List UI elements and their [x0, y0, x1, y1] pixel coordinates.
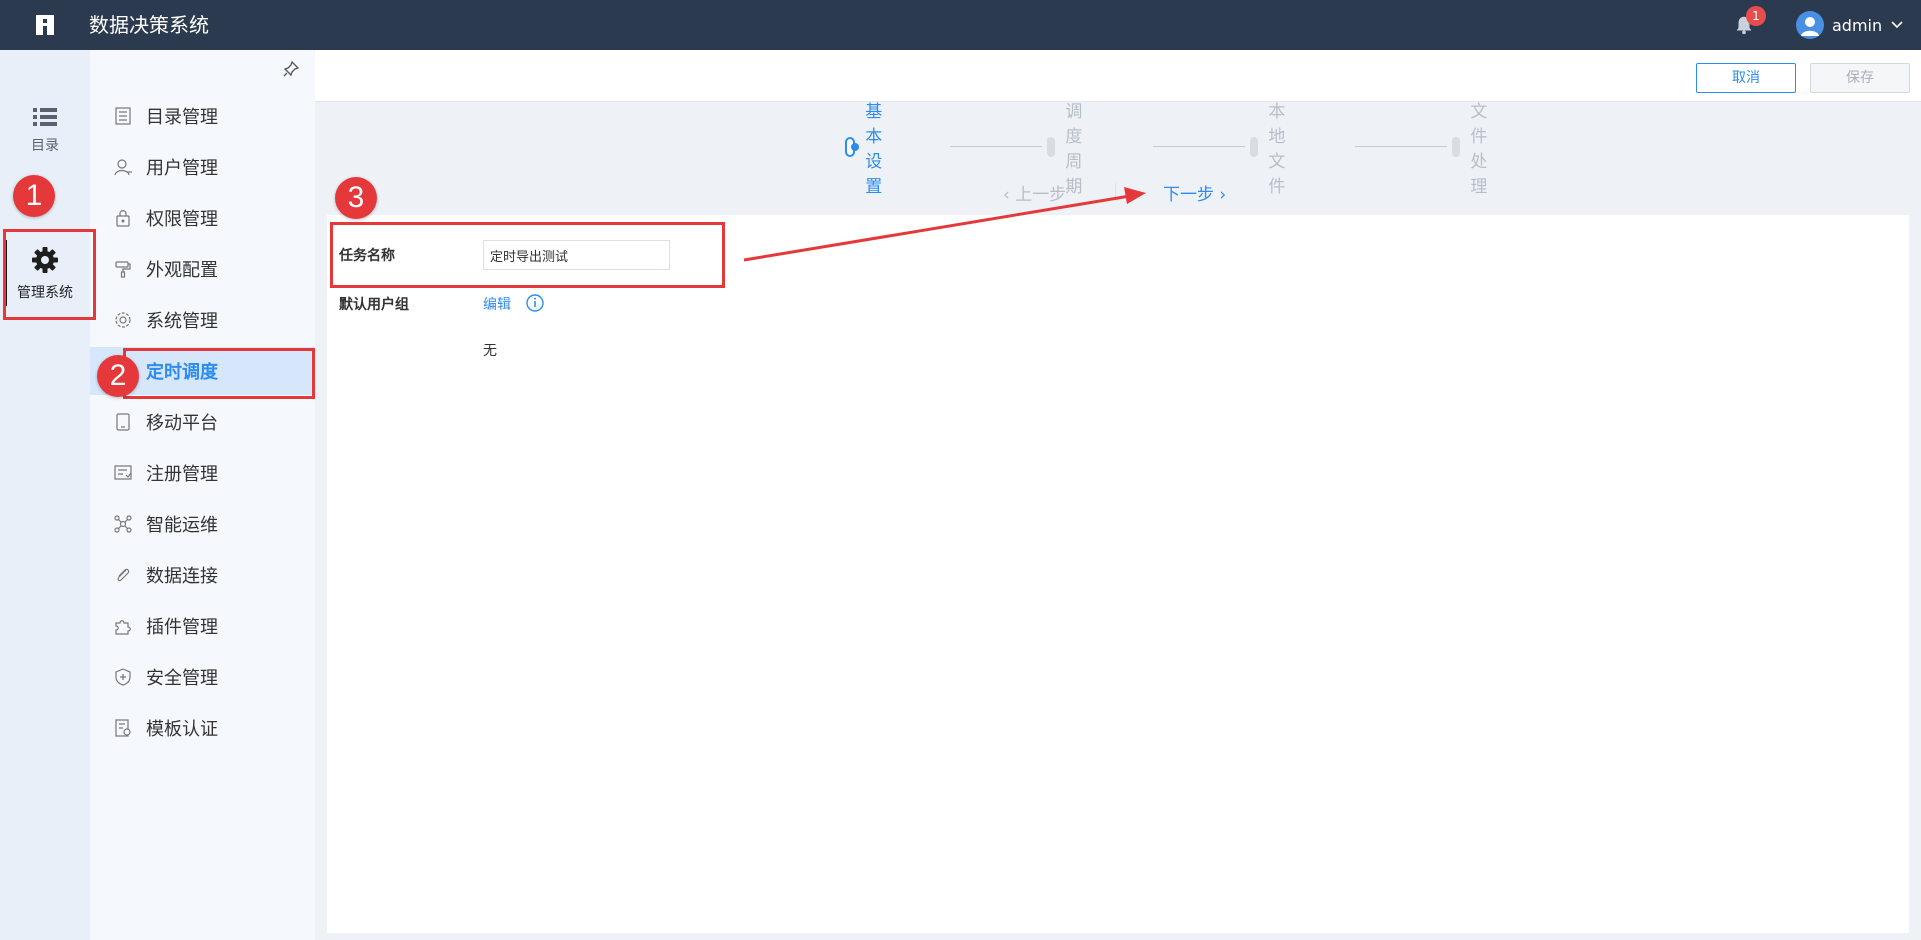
chevron-right-icon: › — [1219, 185, 1227, 205]
annotation-badge-3: 3 — [335, 177, 377, 219]
menu-item-data-connection[interactable]: 数据连接 — [90, 551, 315, 599]
next-step-button[interactable]: 下一步 › — [1163, 180, 1226, 205]
menu-item-label: 注册管理 — [146, 464, 218, 485]
list-icon — [33, 108, 57, 126]
menu-item-label: 安全管理 — [146, 668, 218, 689]
menu-item-intelligent-ops[interactable]: 智能运维 — [90, 500, 315, 548]
user-group-value: 无 — [483, 343, 497, 359]
user-group-label: 默认用户组 — [339, 297, 409, 313]
rail-item-label: 目录 — [31, 138, 59, 154]
step-basic-settings[interactable]: 基本设置 — [845, 102, 892, 197]
paperclip-icon — [117, 568, 130, 582]
prev-step-label: 上一步 — [1015, 185, 1067, 205]
step-pending-icon — [1047, 137, 1056, 157]
menu-item-label: 外观配置 — [146, 260, 218, 281]
step-local-file[interactable]: 本地文件 — [1250, 102, 1297, 197]
chevron-left-icon: ‹ — [1003, 185, 1010, 205]
fanruan-logo-icon — [36, 15, 54, 35]
chevron-down-icon — [1891, 21, 1903, 29]
info-icon[interactable] — [525, 293, 545, 313]
step-connector — [950, 146, 1042, 147]
prev-step-button[interactable]: ‹ 上一步 — [1003, 180, 1066, 205]
step-current-icon — [845, 137, 860, 157]
step-connector — [1355, 146, 1447, 147]
menu-item-label: 插件管理 — [146, 617, 218, 638]
user-avatar-icon — [1801, 17, 1819, 36]
template-check-icon — [115, 719, 131, 737]
menu-item-label: 用户管理 — [146, 158, 218, 179]
paint-roller-icon — [115, 261, 131, 278]
step-pending-icon — [1452, 137, 1461, 157]
edit-user-group-link[interactable]: 编辑 — [483, 294, 511, 314]
step-label: 基本设置 — [865, 102, 883, 197]
save-button[interactable]: 保存 — [1810, 63, 1910, 93]
step-label: 本地文件 — [1268, 102, 1286, 197]
catalog-icon — [115, 107, 131, 125]
menu-item-permissions[interactable]: 权限管理 — [90, 194, 315, 242]
step-label: 文件处理 — [1470, 102, 1488, 197]
action-bar: 取消 保存 — [315, 50, 1921, 102]
register-icon — [114, 465, 132, 480]
user-icon — [114, 159, 132, 176]
menu-item-template-auth[interactable]: 模板认证 — [90, 704, 315, 752]
menu-item-catalog[interactable]: 目录管理 — [90, 92, 315, 140]
menu-item-label: 移动平台 — [146, 413, 218, 434]
user-menu[interactable]: admin — [1796, 11, 1904, 39]
step-label: 调度周期 — [1065, 102, 1083, 197]
menu-item-label: 模板认证 — [146, 719, 218, 740]
annotation-badge-1: 1 — [13, 175, 55, 217]
shield-icon — [115, 668, 131, 686]
nav-divider — [1115, 183, 1116, 201]
tablet-icon — [116, 413, 130, 431]
menu-item-label: 目录管理 — [146, 107, 218, 128]
annotation-badge-2: 2 — [97, 355, 139, 397]
menu-item-label: 智能运维 — [146, 515, 218, 536]
menu-item-users[interactable]: 用户管理 — [90, 143, 315, 191]
step-file-processing[interactable]: 文件处理 — [1452, 102, 1499, 197]
menu-item-label: 权限管理 — [146, 209, 218, 230]
lock-icon — [116, 210, 130, 227]
avatar — [1796, 11, 1824, 39]
network-icon — [114, 515, 132, 533]
top-bar: 数据决策系统 1 admin — [0, 0, 1921, 50]
next-step-label: 下一步 — [1163, 185, 1214, 205]
menu-item-registration[interactable]: 注册管理 — [90, 449, 315, 497]
gear-icon — [115, 312, 131, 328]
notification-badge: 1 — [1746, 6, 1766, 26]
user-name: admin — [1832, 15, 1883, 35]
menu-item-appearance[interactable]: 外观配置 — [90, 245, 315, 293]
annotation-box-3 — [330, 222, 725, 288]
form-panel: 任务名称 默认用户组 编辑 无 — [327, 215, 1909, 933]
rail-item-directory[interactable]: 目录 — [0, 105, 90, 185]
annotation-box-1 — [3, 229, 96, 320]
step-connector — [1153, 146, 1245, 147]
menu-item-label: 数据连接 — [146, 566, 218, 587]
annotation-box-2 — [123, 348, 315, 399]
pin-icon[interactable] — [282, 60, 300, 78]
menu-item-label: 系统管理 — [146, 311, 218, 332]
cancel-button[interactable]: 取消 — [1696, 63, 1796, 93]
menu-item-mobile[interactable]: 移动平台 — [90, 398, 315, 446]
app-title: 数据决策系统 — [89, 13, 209, 37]
menu-item-plugins[interactable]: 插件管理 — [90, 602, 315, 650]
admin-menu: 目录管理 用户管理 权限管理 外观配置 系统管理 定时调度 移动平台 注册管理 … — [90, 50, 315, 940]
menu-item-system[interactable]: 系统管理 — [90, 296, 315, 344]
step-pending-icon — [1250, 137, 1259, 157]
menu-item-security[interactable]: 安全管理 — [90, 653, 315, 701]
puzzle-icon — [115, 620, 131, 635]
step-schedule-cycle[interactable]: 调度周期 — [1047, 102, 1094, 197]
main-content: 取消 保存 基本设置 调度周期 本地文件 文件处理 ‹ 上一步 下一步 › 任务… — [315, 50, 1921, 940]
